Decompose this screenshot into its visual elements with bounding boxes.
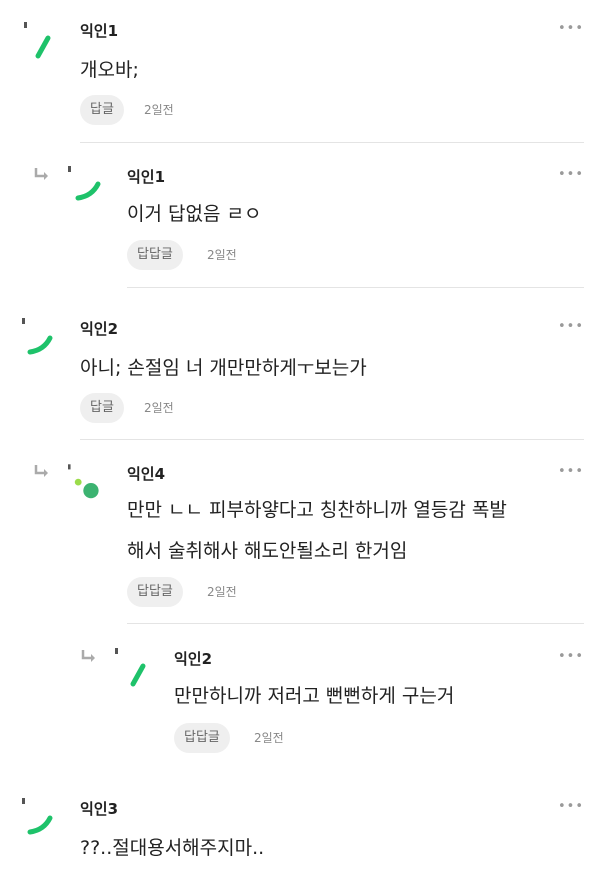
comment-author: 익인2 bbox=[80, 320, 119, 338]
reply-button[interactable]: 답답글 bbox=[127, 240, 183, 270]
comment-time: 2일전 bbox=[207, 585, 237, 599]
green-curve-icon bbox=[22, 798, 56, 838]
more-dots-icon[interactable]: ••• bbox=[558, 320, 584, 333]
comment-time: 2일전 bbox=[144, 401, 174, 415]
comment-text: 개오바; bbox=[80, 59, 139, 81]
reply-arrow-icon bbox=[34, 166, 50, 180]
more-dots-icon[interactable]: ••• bbox=[558, 650, 584, 663]
comment-text: 만만하니까 저러고 뻔뻔하게 구는거 bbox=[174, 685, 455, 707]
divider bbox=[80, 142, 584, 143]
divider bbox=[80, 439, 584, 440]
more-dots-icon[interactable]: ••• bbox=[558, 800, 584, 813]
reply-button[interactable]: 답글 bbox=[80, 95, 124, 125]
comment-text-line: 해서 술취해사 해도안될소리 한거임 bbox=[127, 540, 408, 562]
more-dots-icon[interactable]: ••• bbox=[558, 168, 584, 181]
comment-author: 익인3 bbox=[80, 800, 119, 818]
comment-text: 아니; 손절임 너 개만만하게ㅜ보는가 bbox=[80, 357, 367, 379]
divider bbox=[127, 287, 584, 288]
comment-author: 익인1 bbox=[80, 22, 119, 40]
comment-thread: 익인1 ••• 개오바; 답글 2일전 익인1 ••• 이거 답없음 ㄹㅇ 답답… bbox=[0, 0, 600, 876]
comment-author: 익인4 bbox=[127, 465, 166, 483]
green-slash-icon bbox=[115, 648, 149, 688]
divider bbox=[127, 623, 584, 624]
more-dots-icon[interactable]: ••• bbox=[558, 22, 584, 35]
comment-text: ??..절대용서해주지마.. bbox=[80, 837, 265, 859]
comment-time: 2일전 bbox=[254, 731, 284, 745]
comment-author: 익인2 bbox=[174, 650, 213, 668]
green-slash-icon bbox=[24, 22, 58, 62]
comment-author: 익인1 bbox=[127, 168, 166, 186]
comment-time: 2일전 bbox=[207, 248, 237, 262]
comment-text-line: 만만 ㄴㄴ 피부하얗다고 칭찬하니까 열등감 폭발 bbox=[127, 499, 507, 521]
reply-arrow-icon bbox=[81, 648, 97, 662]
green-curve-icon bbox=[22, 318, 56, 358]
green-dots-icon bbox=[68, 463, 102, 503]
more-dots-icon[interactable]: ••• bbox=[558, 465, 584, 478]
reply-button[interactable]: 답답글 bbox=[174, 723, 230, 753]
comment-text: 이거 답없음 ㄹㅇ bbox=[127, 203, 262, 225]
comment-time: 2일전 bbox=[144, 103, 174, 117]
reply-arrow-icon bbox=[34, 463, 50, 477]
green-curve-icon bbox=[68, 166, 102, 206]
reply-button[interactable]: 답답글 bbox=[127, 577, 183, 607]
reply-button[interactable]: 답글 bbox=[80, 393, 124, 423]
